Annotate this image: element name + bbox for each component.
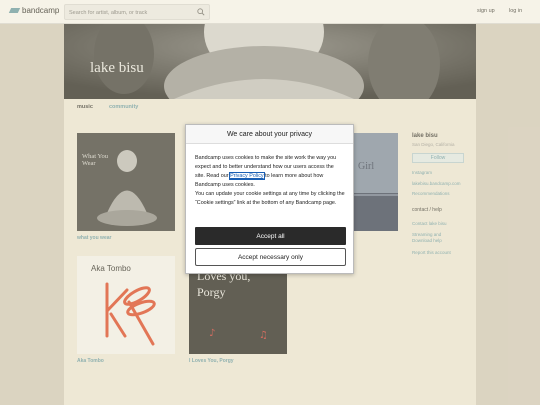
cookie-dialog-title: We care about your privacy xyxy=(186,125,353,144)
cookie-body-text-3: You can update your cookie settings at a… xyxy=(195,191,345,206)
accept-necessary-button[interactable]: Accept necessary only xyxy=(195,248,346,266)
cookie-consent-dialog: We care about your privacy Bandcamp uses… xyxy=(185,124,354,274)
privacy-policy-link[interactable]: Privacy Policy xyxy=(229,172,265,180)
cookie-dialog-body: Bandcamp uses cookies to make the site w… xyxy=(195,154,345,208)
accept-all-button[interactable]: Accept all xyxy=(195,227,346,245)
